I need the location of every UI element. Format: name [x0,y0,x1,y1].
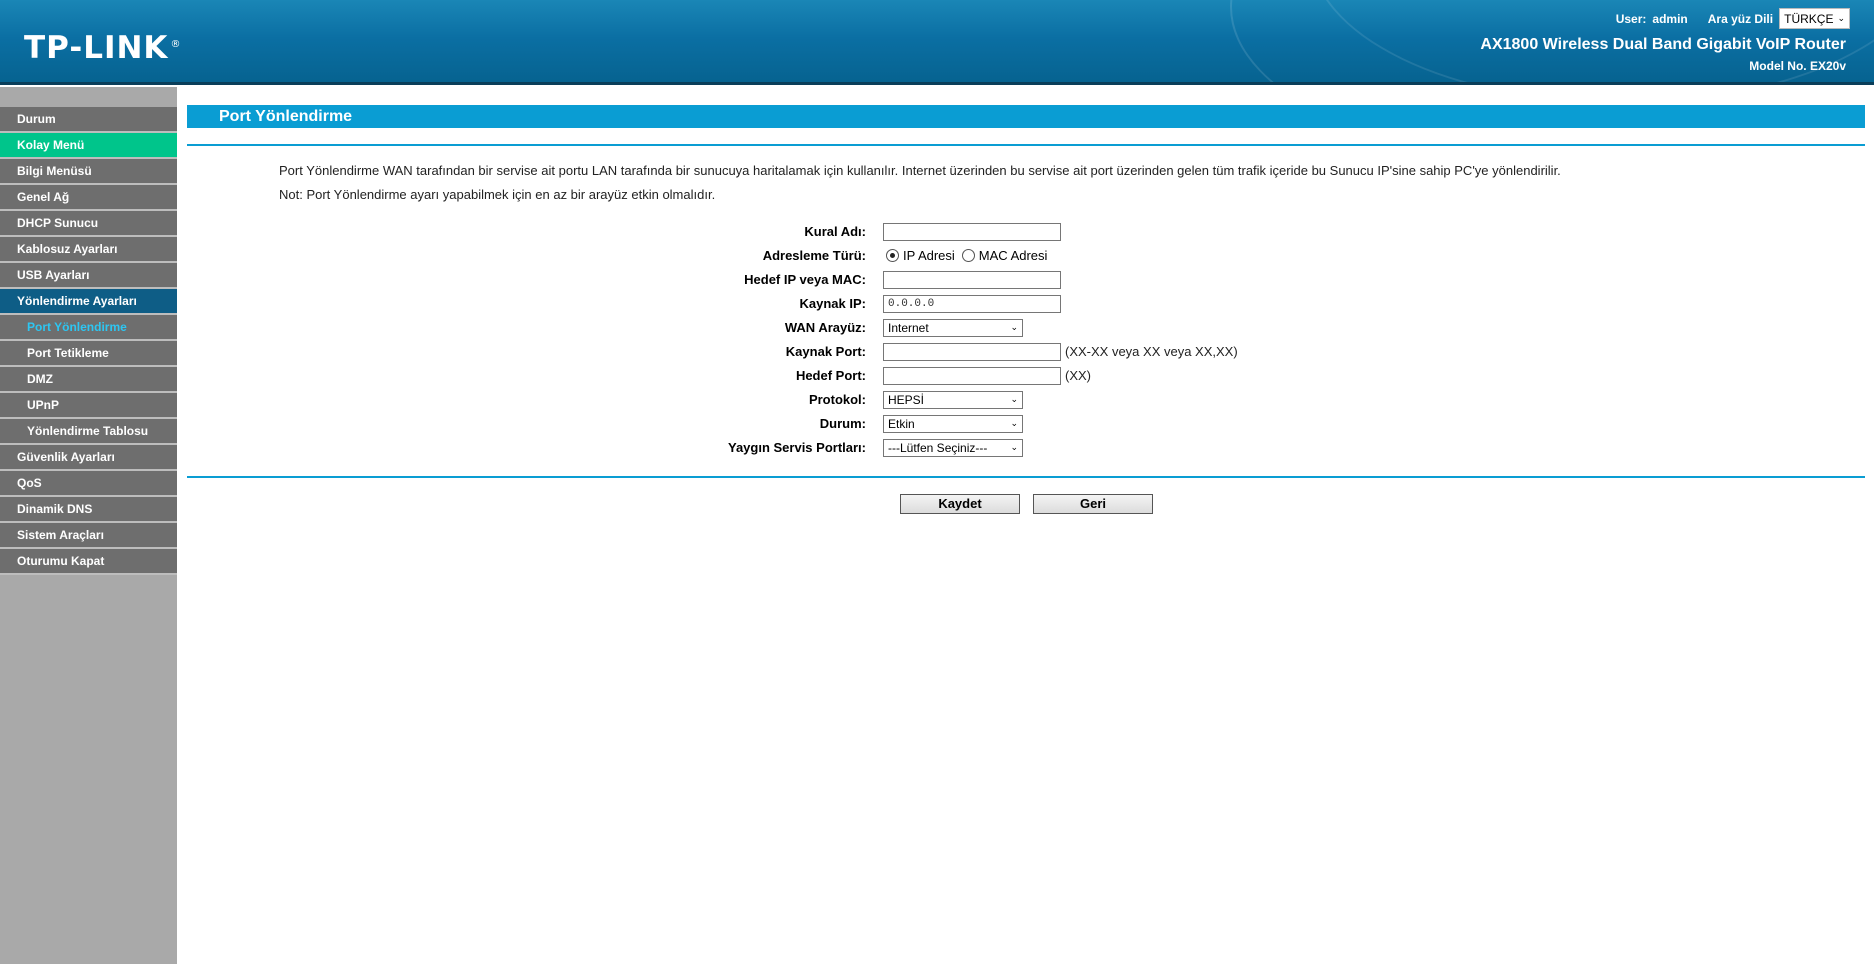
chevron-down-icon: ⌄ [1010,418,1018,428]
model-number: Model No. EX20v [1749,59,1846,73]
sidebar-subitem-port-yonlendirme[interactable]: Port Yönlendirme [0,315,177,341]
status-select[interactable]: Etkin ⌄ [883,414,1023,433]
addressing-type-label: Adresleme Türü: [762,248,866,263]
product-name: AX1800 Wireless Dual Band Gigabit VoIP R… [1480,36,1846,53]
tp-link-logo: TP-LINK ® [24,30,182,66]
user-value: admin [1652,11,1688,26]
common-service-ports-value: ---Lütfen Seçiniz--- [888,440,988,455]
language-label: Ara yüz Dili [1707,11,1774,26]
sidebar: Durum Kolay Menü Bilgi Menüsü Genel Ağ D… [0,87,177,964]
sidebar-item-sistem-araclari[interactable]: Sistem Araçları [0,523,177,549]
source-ip-input[interactable]: 0.0.0.0 [883,294,1061,313]
button-row: Kaydet Geri [900,494,1865,514]
wan-interface-value: Internet [888,320,929,335]
protocol-select[interactable]: HEPSİ ⌄ [883,390,1023,409]
sidebar-item-durum[interactable]: Durum [0,107,177,133]
back-button[interactable]: Geri [1033,494,1153,514]
port-forwarding-form: Kural Adı: Adresleme Türü: IP Adresi MAC… [187,220,1865,459]
sidebar-item-usb-ayarlari[interactable]: USB Ayarları [0,263,177,289]
language-select[interactable]: TÜRKÇE ⌄ [1779,8,1850,29]
chevron-down-icon: ⌄ [1010,442,1018,452]
sidebar-item-genel-ag[interactable]: Genel Ağ [0,185,177,211]
description: Port Yönlendirme WAN tarafından bir serv… [279,163,1865,202]
sidebar-item-kolay-menu[interactable]: Kolay Menü [0,133,177,159]
sidebar-item-bilgi-menusu[interactable]: Bilgi Menüsü [0,159,177,185]
language-select-value: TÜRKÇE [1784,11,1834,26]
sidebar-item-kablosuz-ayarlari[interactable]: Kablosuz Ayarları [0,237,177,263]
wan-interface-select[interactable]: Internet ⌄ [883,318,1023,337]
page-title: Port Yönlendirme [187,105,1865,128]
destination-ip-mac-label: Hedef IP veya MAC: [744,272,866,287]
top-header: TP-LINK ® User: admin Ara yüz Dili TÜRKÇE… [0,0,1874,85]
sidebar-item-yonlendirme-ayarlari[interactable]: Yönlendirme Ayarları [0,289,177,315]
chevron-down-icon: ⌄ [1010,394,1018,404]
common-service-ports-select[interactable]: ---Lütfen Seçiniz--- ⌄ [883,438,1023,457]
header-divider [0,82,1874,85]
destination-port-hint: (XX) [1065,368,1091,383]
description-text: Port Yönlendirme WAN tarafından bir serv… [279,163,1561,178]
mac-address-radio-label: MAC Adresi [978,248,1048,263]
sidebar-subitem-upnp[interactable]: UPnP [0,393,177,419]
save-button[interactable]: Kaydet [900,494,1020,514]
rule-name-input[interactable] [883,222,1061,241]
source-port-input[interactable] [883,342,1061,361]
destination-port-label: Hedef Port: [795,368,866,383]
sidebar-item-guvenlik-ayarlari[interactable]: Güvenlik Ayarları [0,445,177,471]
sidebar-item-qos[interactable]: QoS [0,471,177,497]
destination-port-input[interactable] [883,366,1061,385]
chevron-down-icon: ⌄ [1010,322,1018,332]
source-port-hint: (XX-XX veya XX veya XX,XX) [1065,344,1238,359]
sidebar-subitem-port-tetikleme[interactable]: Port Tetikleme [0,341,177,367]
user-label: User: [1615,11,1647,26]
protocol-value: HEPSİ [888,392,925,407]
sidebar-subitem-dmz[interactable]: DMZ [0,367,177,393]
ip-address-radio[interactable] [886,249,899,262]
mac-address-radio[interactable] [961,249,975,262]
protocol-label: Protokol: [808,392,866,407]
common-service-ports-label: Yaygın Servis Portları: [727,440,866,455]
source-port-label: Kaynak Port: [785,344,866,359]
status-value: Etkin [888,416,915,431]
rule-name-label: Kural Adı: [804,224,866,239]
divider [187,476,1865,478]
ip-address-radio-label: IP Adresi [903,248,955,263]
note-text: Not: Port Yönlendirme ayarı yapabilmek i… [279,187,716,202]
chevron-down-icon: ⌄ [1837,13,1845,23]
sidebar-subitem-yonlendirme-tablosu[interactable]: Yönlendirme Tablosu [0,419,177,445]
source-ip-label: Kaynak IP: [799,296,866,311]
destination-ip-mac-input[interactable] [883,270,1061,289]
sidebar-item-oturumu-kapat[interactable]: Oturumu Kapat [0,549,177,575]
main-content: Port Yönlendirme Port Yönlendirme WAN ta… [187,87,1865,514]
divider [187,144,1865,146]
status-label: Durum: [819,416,866,431]
sidebar-item-dhcp-sunucu[interactable]: DHCP Sunucu [0,211,177,237]
wan-interface-label: WAN Arayüz: [784,320,866,335]
user-bar: User: admin Ara yüz Dili TÜRKÇE ⌄ [1616,8,1850,29]
sidebar-item-dinamik-dns[interactable]: Dinamik DNS [0,497,177,523]
